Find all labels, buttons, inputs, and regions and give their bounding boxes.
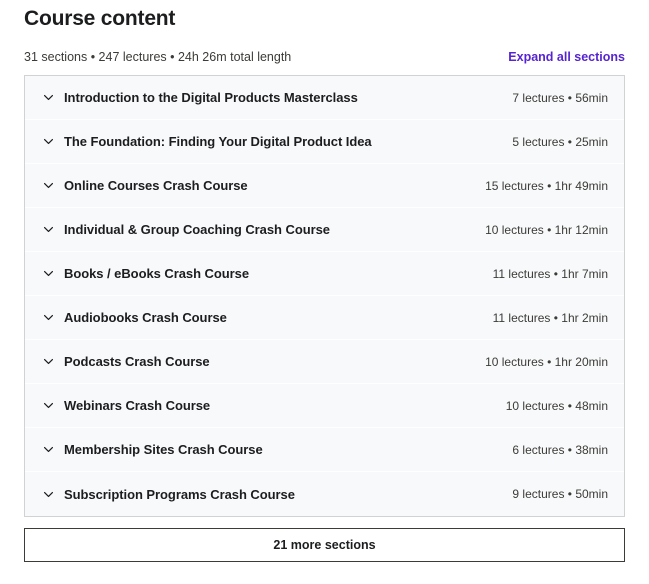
chevron-down-icon[interactable] <box>42 267 64 280</box>
section-title: Podcasts Crash Course <box>64 354 210 369</box>
section-title: Membership Sites Crash Course <box>64 442 263 457</box>
section-row-9[interactable]: Subscription Programs Crash Course 9 lec… <box>25 472 624 516</box>
chevron-down-icon[interactable] <box>42 443 64 456</box>
section-meta: 6 lectures • 38min <box>512 442 608 457</box>
page-title: Course content <box>24 7 176 30</box>
chevron-down-icon[interactable] <box>42 399 64 412</box>
section-meta: 5 lectures • 25min <box>512 134 608 149</box>
section-meta: 7 lectures • 56min <box>512 90 608 105</box>
section-row-4[interactable]: Books / eBooks Crash Course 11 lectures … <box>25 252 624 296</box>
section-title: Books / eBooks Crash Course <box>64 266 250 281</box>
section-meta: 11 lectures • 1hr 7min <box>492 266 608 281</box>
section-meta: 11 lectures • 1hr 2min <box>492 310 608 325</box>
sections-accordion: Introduction to the Digital Products Mas… <box>24 75 625 517</box>
section-row-8[interactable]: Membership Sites Crash Course 6 lectures… <box>25 428 624 472</box>
section-title: The Foundation: Finding Your Digital Pro… <box>64 134 372 149</box>
course-summary-text: 31 sections • 247 lectures • 24h 26m tot… <box>24 50 292 64</box>
section-row-1[interactable]: The Foundation: Finding Your Digital Pro… <box>25 120 624 164</box>
section-row-3[interactable]: Individual & Group Coaching Crash Course… <box>25 208 624 252</box>
section-meta: 10 lectures • 1hr 20min <box>485 354 608 369</box>
expand-all-sections-link[interactable]: Expand all sections <box>508 48 625 66</box>
section-row-6[interactable]: Podcasts Crash Course 10 lectures • 1hr … <box>25 340 624 384</box>
chevron-down-icon[interactable] <box>42 311 64 324</box>
section-meta: 9 lectures • 50min <box>512 487 608 501</box>
section-row-2[interactable]: Online Courses Crash Course 15 lectures … <box>25 164 624 208</box>
section-row-7[interactable]: Webinars Crash Course 10 lectures • 48mi… <box>25 384 624 428</box>
section-meta: 10 lectures • 1hr 12min <box>485 222 608 237</box>
chevron-down-icon[interactable] <box>42 179 64 192</box>
chevron-down-icon[interactable] <box>42 135 64 148</box>
section-meta: 15 lectures • 1hr 49min <box>485 178 608 193</box>
section-title: Introduction to the Digital Products Mas… <box>64 90 358 105</box>
course-content-panel: Course content 31 sections • 247 lecture… <box>0 0 649 584</box>
section-title: Subscription Programs Crash Course <box>64 486 295 502</box>
course-summary-row: 31 sections • 247 lectures • 24h 26m tot… <box>24 48 625 66</box>
section-title: Audiobooks Crash Course <box>64 310 227 325</box>
more-sections-button[interactable]: 21 more sections <box>24 528 625 562</box>
section-row-5[interactable]: Audiobooks Crash Course 11 lectures • 1h… <box>25 296 624 340</box>
section-row-0[interactable]: Introduction to the Digital Products Mas… <box>25 76 624 120</box>
chevron-down-icon[interactable] <box>42 355 64 368</box>
section-title: Online Courses Crash Course <box>64 178 248 193</box>
chevron-down-icon[interactable] <box>42 91 64 104</box>
section-title: Individual & Group Coaching Crash Course <box>64 222 330 237</box>
chevron-down-icon[interactable] <box>42 488 64 501</box>
section-meta: 10 lectures • 48min <box>505 398 608 413</box>
chevron-down-icon[interactable] <box>42 223 64 236</box>
section-title: Webinars Crash Course <box>64 398 211 413</box>
